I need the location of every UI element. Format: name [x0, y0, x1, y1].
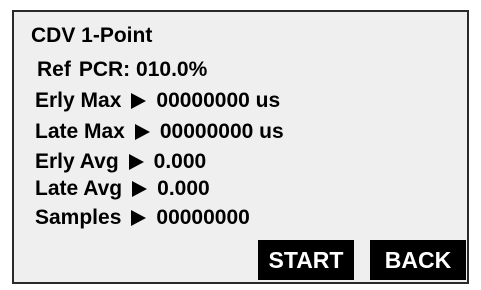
late-max-value: 00000000 us: [159, 120, 284, 143]
pcr-label: PCR:: [78, 58, 131, 81]
erly-avg-row: Erly Avg 0.000: [35, 149, 206, 175]
erly-max-label: Erly Max: [35, 89, 122, 112]
start-button[interactable]: START: [258, 240, 354, 280]
display-screen: CDV 1-Point Ref PCR: 010.0% Erly Max 0000…: [12, 10, 469, 284]
pcr-value: 010.0%: [136, 58, 208, 81]
erly-avg-label: Erly Avg: [35, 150, 119, 173]
late-avg-label: Late Avg: [35, 177, 123, 200]
late-avg-row: Late Avg 0.000: [35, 176, 210, 202]
arrow-right-icon: [131, 210, 147, 226]
arrow-right-icon: [132, 181, 148, 197]
samples-value: 00000000: [156, 206, 250, 229]
erly-max-value: 00000000 us: [156, 89, 281, 112]
late-max-label: Late Max: [35, 120, 125, 143]
arrow-right-icon: [131, 93, 147, 109]
ref-label: Ref: [37, 58, 71, 81]
arrow-right-icon: [134, 124, 150, 140]
samples-row: Samples 00000000: [35, 205, 250, 231]
late-max-row: Late Max 00000000 us: [35, 119, 284, 145]
erly-avg-value: 0.000: [153, 150, 207, 173]
late-avg-value: 0.000: [157, 177, 210, 200]
samples-label: Samples: [35, 206, 122, 229]
screen-title: CDV 1-Point: [31, 24, 153, 47]
back-button[interactable]: BACK: [370, 240, 466, 280]
erly-max-row: Erly Max 00000000 us: [35, 88, 280, 114]
arrow-right-icon: [128, 154, 144, 170]
ref-pcr-row: Ref PCR: 010.0%: [37, 57, 207, 83]
